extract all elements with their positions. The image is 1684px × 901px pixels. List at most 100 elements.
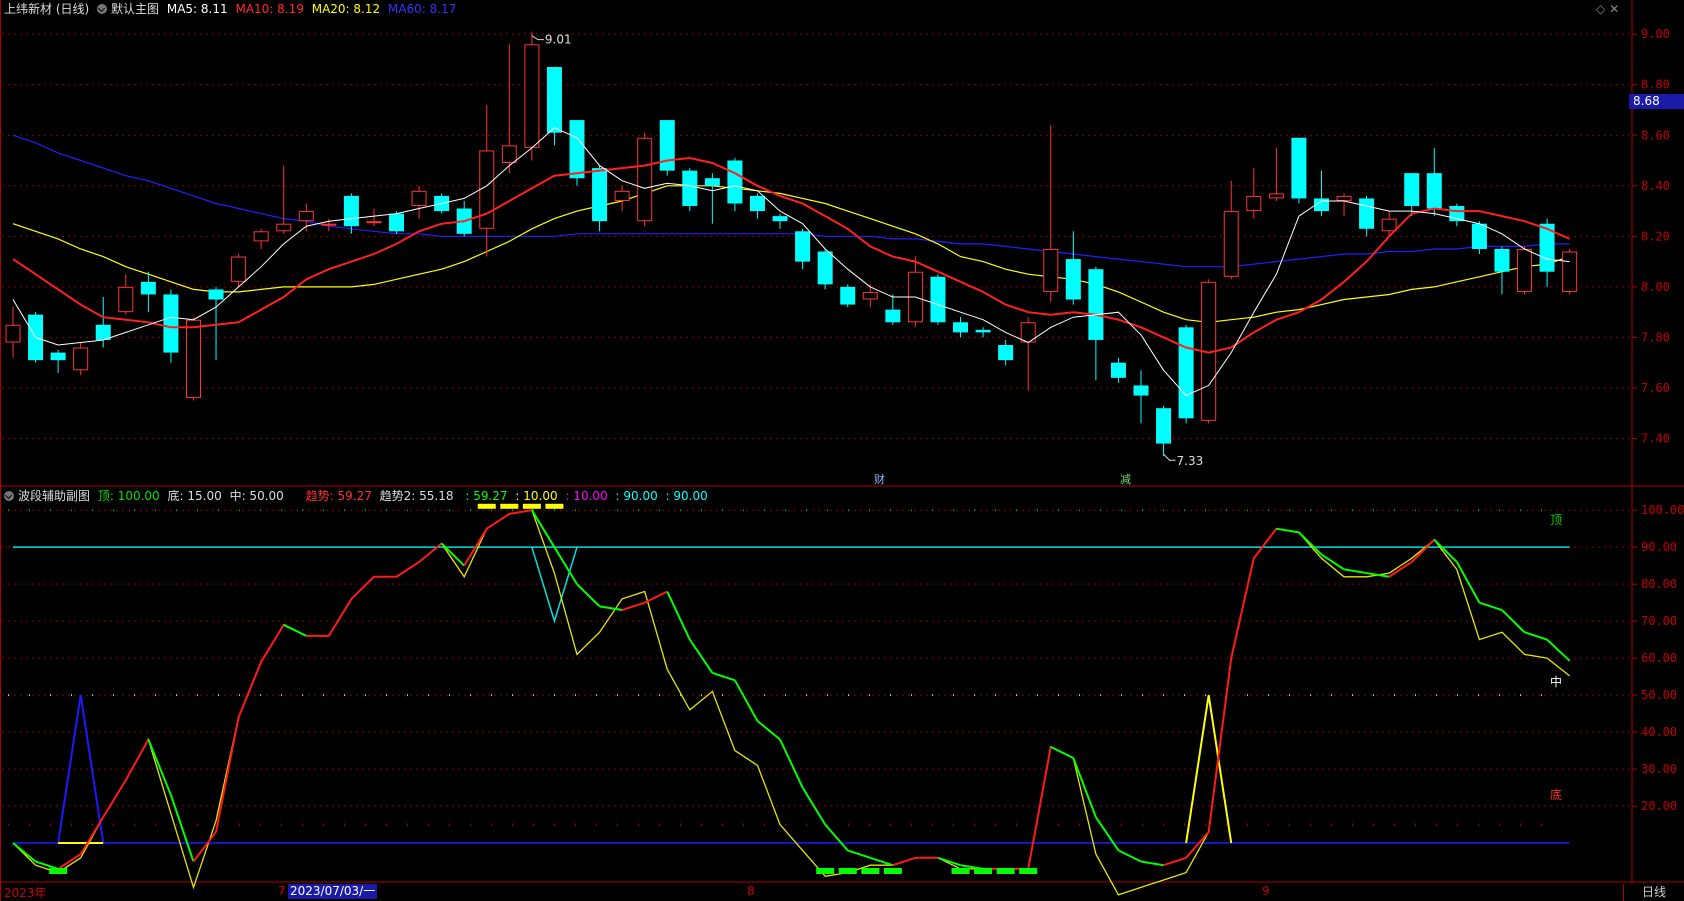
indicator-tick-label: 100.00: [1641, 503, 1684, 517]
trend-segment: [12, 842, 37, 863]
price-tick-label: 8.40: [1641, 179, 1670, 193]
buy-signal-mark: [1019, 868, 1038, 874]
candle: [930, 274, 946, 325]
candle-body-down: [772, 216, 788, 222]
price-tick-label: 7.40: [1641, 432, 1670, 446]
candle-body-up: [5, 324, 21, 343]
candle: [411, 185, 427, 219]
mid-value: 中: 50.00: [229, 489, 284, 503]
candle: [366, 208, 382, 227]
candle: [1404, 173, 1420, 217]
trend-segment: [1230, 558, 1255, 659]
trend-segment: [283, 623, 307, 637]
candle-body-up: [276, 223, 292, 232]
trend2-value: 趋势2: 55.18: [379, 489, 454, 503]
main-chart-header: 上纬新材 (日线) 默认主图 MA5: 8.11 MA10: 8.19 MA20…: [4, 1, 460, 17]
candle: [185, 317, 201, 401]
template-dropdown-icon[interactable]: [97, 4, 108, 14]
candle-body-down: [546, 67, 562, 133]
indicator-tick-label: 80.00: [1641, 577, 1677, 591]
candle-body-down: [682, 170, 698, 207]
candle-body-down: [885, 309, 901, 323]
candle-body-down: [1065, 259, 1081, 300]
candle: [772, 213, 788, 229]
candle-body-up: [1381, 218, 1397, 232]
candle: [501, 44, 517, 174]
candle-body-down: [1471, 223, 1487, 249]
candle: [749, 193, 765, 219]
candle-body-up: [118, 286, 134, 313]
candle: [1449, 203, 1465, 227]
x-label-august: 8: [747, 884, 755, 898]
candle: [524, 31, 540, 161]
indicator-tick-label: 30.00: [1641, 762, 1677, 776]
candle-body-up: [1268, 193, 1284, 199]
trend-segment: [57, 853, 82, 870]
indicator-name[interactable]: 波段辅助副图: [18, 489, 90, 503]
trend-segment: [1163, 856, 1187, 867]
period-button[interactable]: 日线: [1623, 884, 1684, 901]
trend-segment: [1479, 601, 1503, 611]
price-tick-label: 7.60: [1641, 381, 1670, 395]
candle-body-up: [253, 231, 269, 242]
x-label-september: 9: [1262, 884, 1270, 898]
candle-body-down: [659, 120, 675, 171]
trend-segment: [1524, 631, 1548, 641]
ma60-value: MA60: 8.17: [387, 2, 457, 16]
candle-body-down: [749, 195, 765, 212]
trend-segment: [102, 779, 127, 818]
candle: [1517, 246, 1533, 295]
price-tick-label: 8.20: [1641, 229, 1670, 243]
bottom-value: 底: 15.00: [167, 489, 222, 503]
candle: [546, 67, 562, 146]
candle: [1291, 137, 1307, 204]
trend-segment: [1050, 745, 1074, 759]
trend-segment: [327, 598, 353, 637]
trend-segment: [779, 739, 804, 788]
high-marker-line: [531, 35, 544, 41]
trend2-line: [12, 509, 1571, 896]
trend-segment: [350, 576, 375, 600]
trend-segment: [576, 583, 601, 608]
current-price-tag: 8.68: [1629, 94, 1684, 109]
trend-segment: [418, 542, 443, 563]
candle: [118, 274, 134, 315]
buy-signal-mark: [49, 868, 68, 874]
candle: [1359, 195, 1375, 237]
indicator-dropdown-icon[interactable]: [4, 491, 14, 501]
trend-segment: [666, 591, 691, 641]
trend-segment: [599, 605, 623, 612]
candle: [1043, 125, 1059, 303]
candle: [1562, 248, 1578, 295]
trend-segment: [869, 856, 894, 867]
sell-signal-mark: [545, 503, 564, 509]
financial-report-flag[interactable]: 财: [874, 471, 885, 487]
trend-segment: [1388, 561, 1413, 578]
trend-segment: [1298, 531, 1323, 556]
share-reduction-flag[interactable]: 减: [1120, 471, 1131, 487]
trend-segment: [824, 823, 849, 852]
candle-body-down: [817, 251, 833, 285]
yellow-value: : 10.00: [515, 489, 558, 503]
sell-signal-mark: [500, 503, 519, 509]
candle: [1336, 193, 1352, 217]
trend-segment: [192, 831, 217, 863]
candle-body-down: [1178, 327, 1194, 419]
diamond-icon[interactable]: ◇: [1596, 2, 1605, 16]
candle: [682, 168, 698, 212]
stock-chart[interactable]: 7.40 7.60 7.80 8.00 8.20 8.40 8.60 8.80 9.00 9.01…: [0, 0, 1684, 901]
green-value: : 59.27: [465, 489, 508, 503]
close-icon[interactable]: ✕: [1609, 2, 1619, 16]
candle: [907, 256, 923, 328]
buy-signal-mark: [883, 868, 902, 874]
buy-signal-mark: [951, 868, 970, 874]
template-label[interactable]: 默认主图: [111, 2, 159, 16]
candle-body-down: [1133, 385, 1149, 396]
candle-body-down: [569, 120, 585, 179]
candle: [592, 165, 608, 232]
candle: [5, 307, 21, 358]
buy-signal-mark: [816, 868, 835, 874]
candle-body-up: [366, 221, 382, 224]
trend-segment: [79, 816, 105, 855]
candle-body-up: [73, 347, 89, 371]
